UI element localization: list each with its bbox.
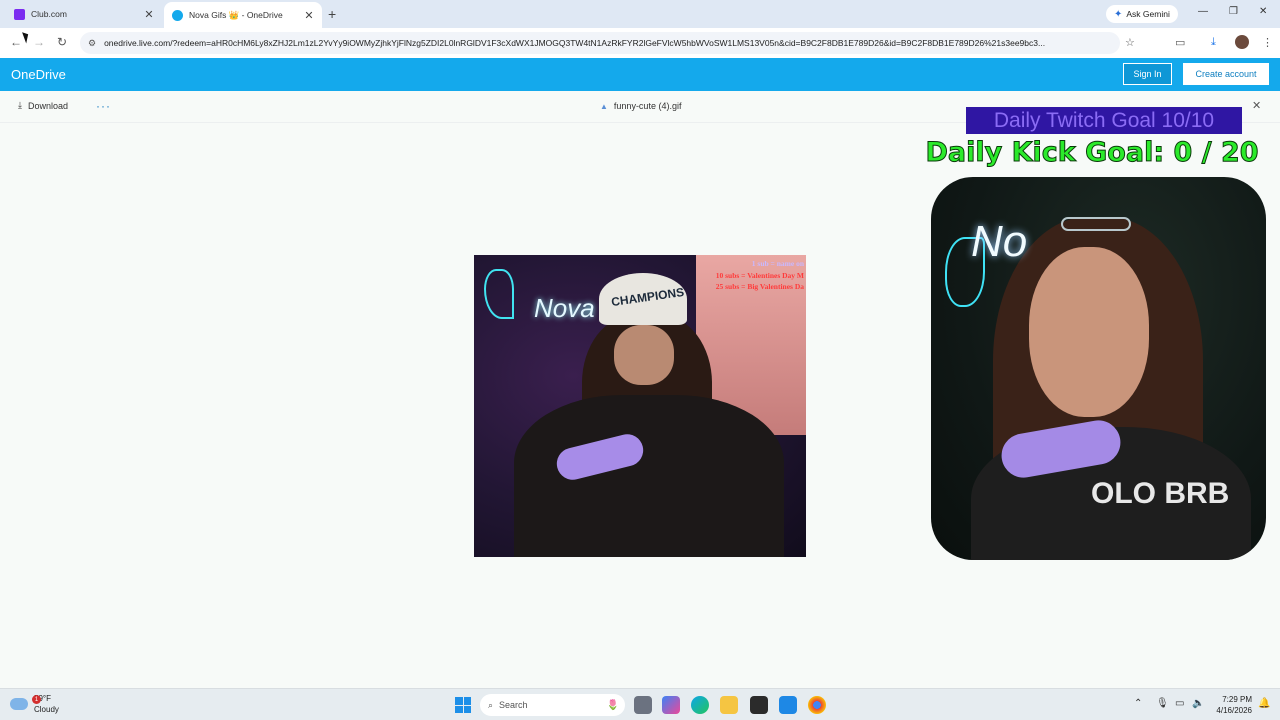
downloads-icon[interactable]: ⤓: [1211, 36, 1216, 49]
download-label: Download: [27, 100, 69, 111]
search-placeholder: Search: [499, 700, 528, 710]
star-bookmark-icon[interactable]: ☆: [1125, 36, 1135, 49]
side-panel-icon[interactable]: ▭: [1175, 36, 1185, 49]
sub-goal-line-3: 25 subs = Big Valentines Da: [715, 282, 804, 291]
close-viewer-icon[interactable]: ✕: [1252, 99, 1261, 112]
file-explorer-icon[interactable]: [720, 696, 738, 714]
tab-title: Club.com: [31, 9, 67, 19]
search-highlight-icon: 🌷: [606, 699, 619, 711]
sign-in-button[interactable]: Sign In: [1123, 63, 1172, 85]
microphone-icon[interactable]: 🎙: [1156, 698, 1169, 709]
download-icon: ⤓: [18, 100, 22, 110]
url-text[interactable]: onedrive.live.com/?redeem=aHR0cHM6Ly8xZH…: [104, 38, 1094, 48]
streamer-body: [514, 395, 784, 557]
clock-time: 7:29 PM: [1222, 695, 1252, 704]
twitch-goal-banner: Daily Twitch Goal 10/10: [966, 107, 1242, 134]
tab-title: Nova Gifs 👑 - OneDrive: [189, 9, 283, 20]
windows-start-icon[interactable]: [455, 697, 471, 713]
sunglasses: [1061, 217, 1131, 231]
image-file-icon: ▲: [600, 101, 608, 111]
webcam-overlay: No OLO BRB: [931, 177, 1266, 560]
notification-badge: 1: [32, 695, 41, 704]
edge-icon[interactable]: [691, 696, 709, 714]
minimize-icon[interactable]: —: [1198, 6, 1208, 17]
neon-sign-text: No: [971, 217, 1028, 266]
streamer-face: [614, 325, 674, 385]
weather-desc: Cloudy: [34, 705, 59, 714]
tab-onedrive[interactable]: Nova Gifs 👑 - OneDrive ✕: [164, 2, 322, 28]
task-view-icon[interactable]: [634, 696, 652, 714]
create-account-button[interactable]: Create account: [1183, 63, 1269, 85]
reload-icon[interactable]: ↻: [57, 35, 67, 49]
volume-icon[interactable]: 🔈: [1192, 698, 1204, 709]
tab-close-icon[interactable]: ✕: [142, 8, 156, 21]
club-favicon-icon: [14, 8, 25, 20]
ask-gemini-button[interactable]: ✦ Ask Gemini: [1106, 5, 1178, 23]
restore-icon[interactable]: ❐: [1229, 6, 1238, 17]
kick-goal-banner: Daily Kick Goal: 0 / 20: [925, 136, 1259, 168]
ask-gemini-label: Ask Gemini: [1126, 9, 1170, 19]
browser-toolbar: ← → ↻ ⚙ onedrive.live.com/?redeem=aHR0cH…: [0, 28, 1280, 58]
tab-club[interactable]: Club.com ✕: [6, 0, 162, 28]
streamer-face: [1029, 247, 1149, 417]
shirt-text: OLO BRB: [1091, 477, 1230, 510]
windows-taskbar: 1 59°F Cloudy ⌕ Search 🌷 ⌃ 🎙 ▭ 🔈 7:29 PM…: [0, 688, 1280, 720]
forward-icon[interactable]: →: [33, 35, 45, 49]
sub-goal-line-2: 10 subs = Valentines Day M: [715, 271, 804, 280]
chevron-up-icon[interactable]: ⌃: [1134, 698, 1142, 709]
store-icon[interactable]: [750, 696, 768, 714]
mail-icon[interactable]: [779, 696, 797, 714]
menu-kebab-icon[interactable]: ⋮: [1262, 36, 1273, 49]
back-icon[interactable]: ←: [10, 35, 22, 49]
new-tab-icon[interactable]: +: [328, 6, 336, 22]
onedrive-favicon-icon: [172, 9, 183, 21]
sub-goal-line-1: 1 sub = name on: [751, 259, 804, 268]
gif-preview: Nova CHAMPIONS 1 sub = name on 10 subs =…: [474, 255, 806, 557]
file-name: funny-cute (4).gif: [613, 101, 682, 111]
gemini-spark-icon: ✦: [1114, 8, 1123, 20]
download-button[interactable]: ⤓ Download: [18, 100, 68, 111]
taskbar-search[interactable]: ⌕ Search 🌷: [480, 694, 625, 716]
weather-widget[interactable]: 1 59°F Cloudy: [10, 693, 59, 715]
more-options-button[interactable]: ···: [96, 99, 111, 113]
notification-bell-icon[interactable]: 🔔: [1258, 698, 1270, 709]
system-clock[interactable]: 7:29 PM 4/16/2026: [1208, 694, 1252, 716]
search-icon: ⌕: [488, 699, 494, 710]
close-window-icon[interactable]: ✕: [1259, 6, 1267, 17]
neon-sign: [484, 269, 514, 319]
onedrive-header: OneDrive Sign In Create account: [0, 58, 1280, 91]
onedrive-logo[interactable]: OneDrive: [11, 67, 66, 82]
chrome-icon[interactable]: [808, 696, 826, 714]
neon-sign-text: Nova: [534, 293, 595, 323]
clock-date: 4/16/2026: [1216, 706, 1252, 715]
tab-close-icon[interactable]: ✕: [302, 9, 316, 22]
cloud-icon: [10, 698, 28, 710]
profile-avatar[interactable]: [1235, 35, 1249, 49]
site-info-icon[interactable]: ⚙: [88, 38, 96, 49]
network-icon[interactable]: ▭: [1175, 698, 1184, 709]
file-title: ▲ funny-cute (4).gif: [600, 101, 681, 111]
address-bar[interactable]: ⚙ onedrive.live.com/?redeem=aHR0cHM6Ly8x…: [80, 32, 1120, 54]
browser-tab-strip: Club.com ✕ Nova Gifs 👑 - OneDrive ✕ + ✦ …: [0, 0, 1280, 28]
copilot-icon[interactable]: [662, 696, 680, 714]
